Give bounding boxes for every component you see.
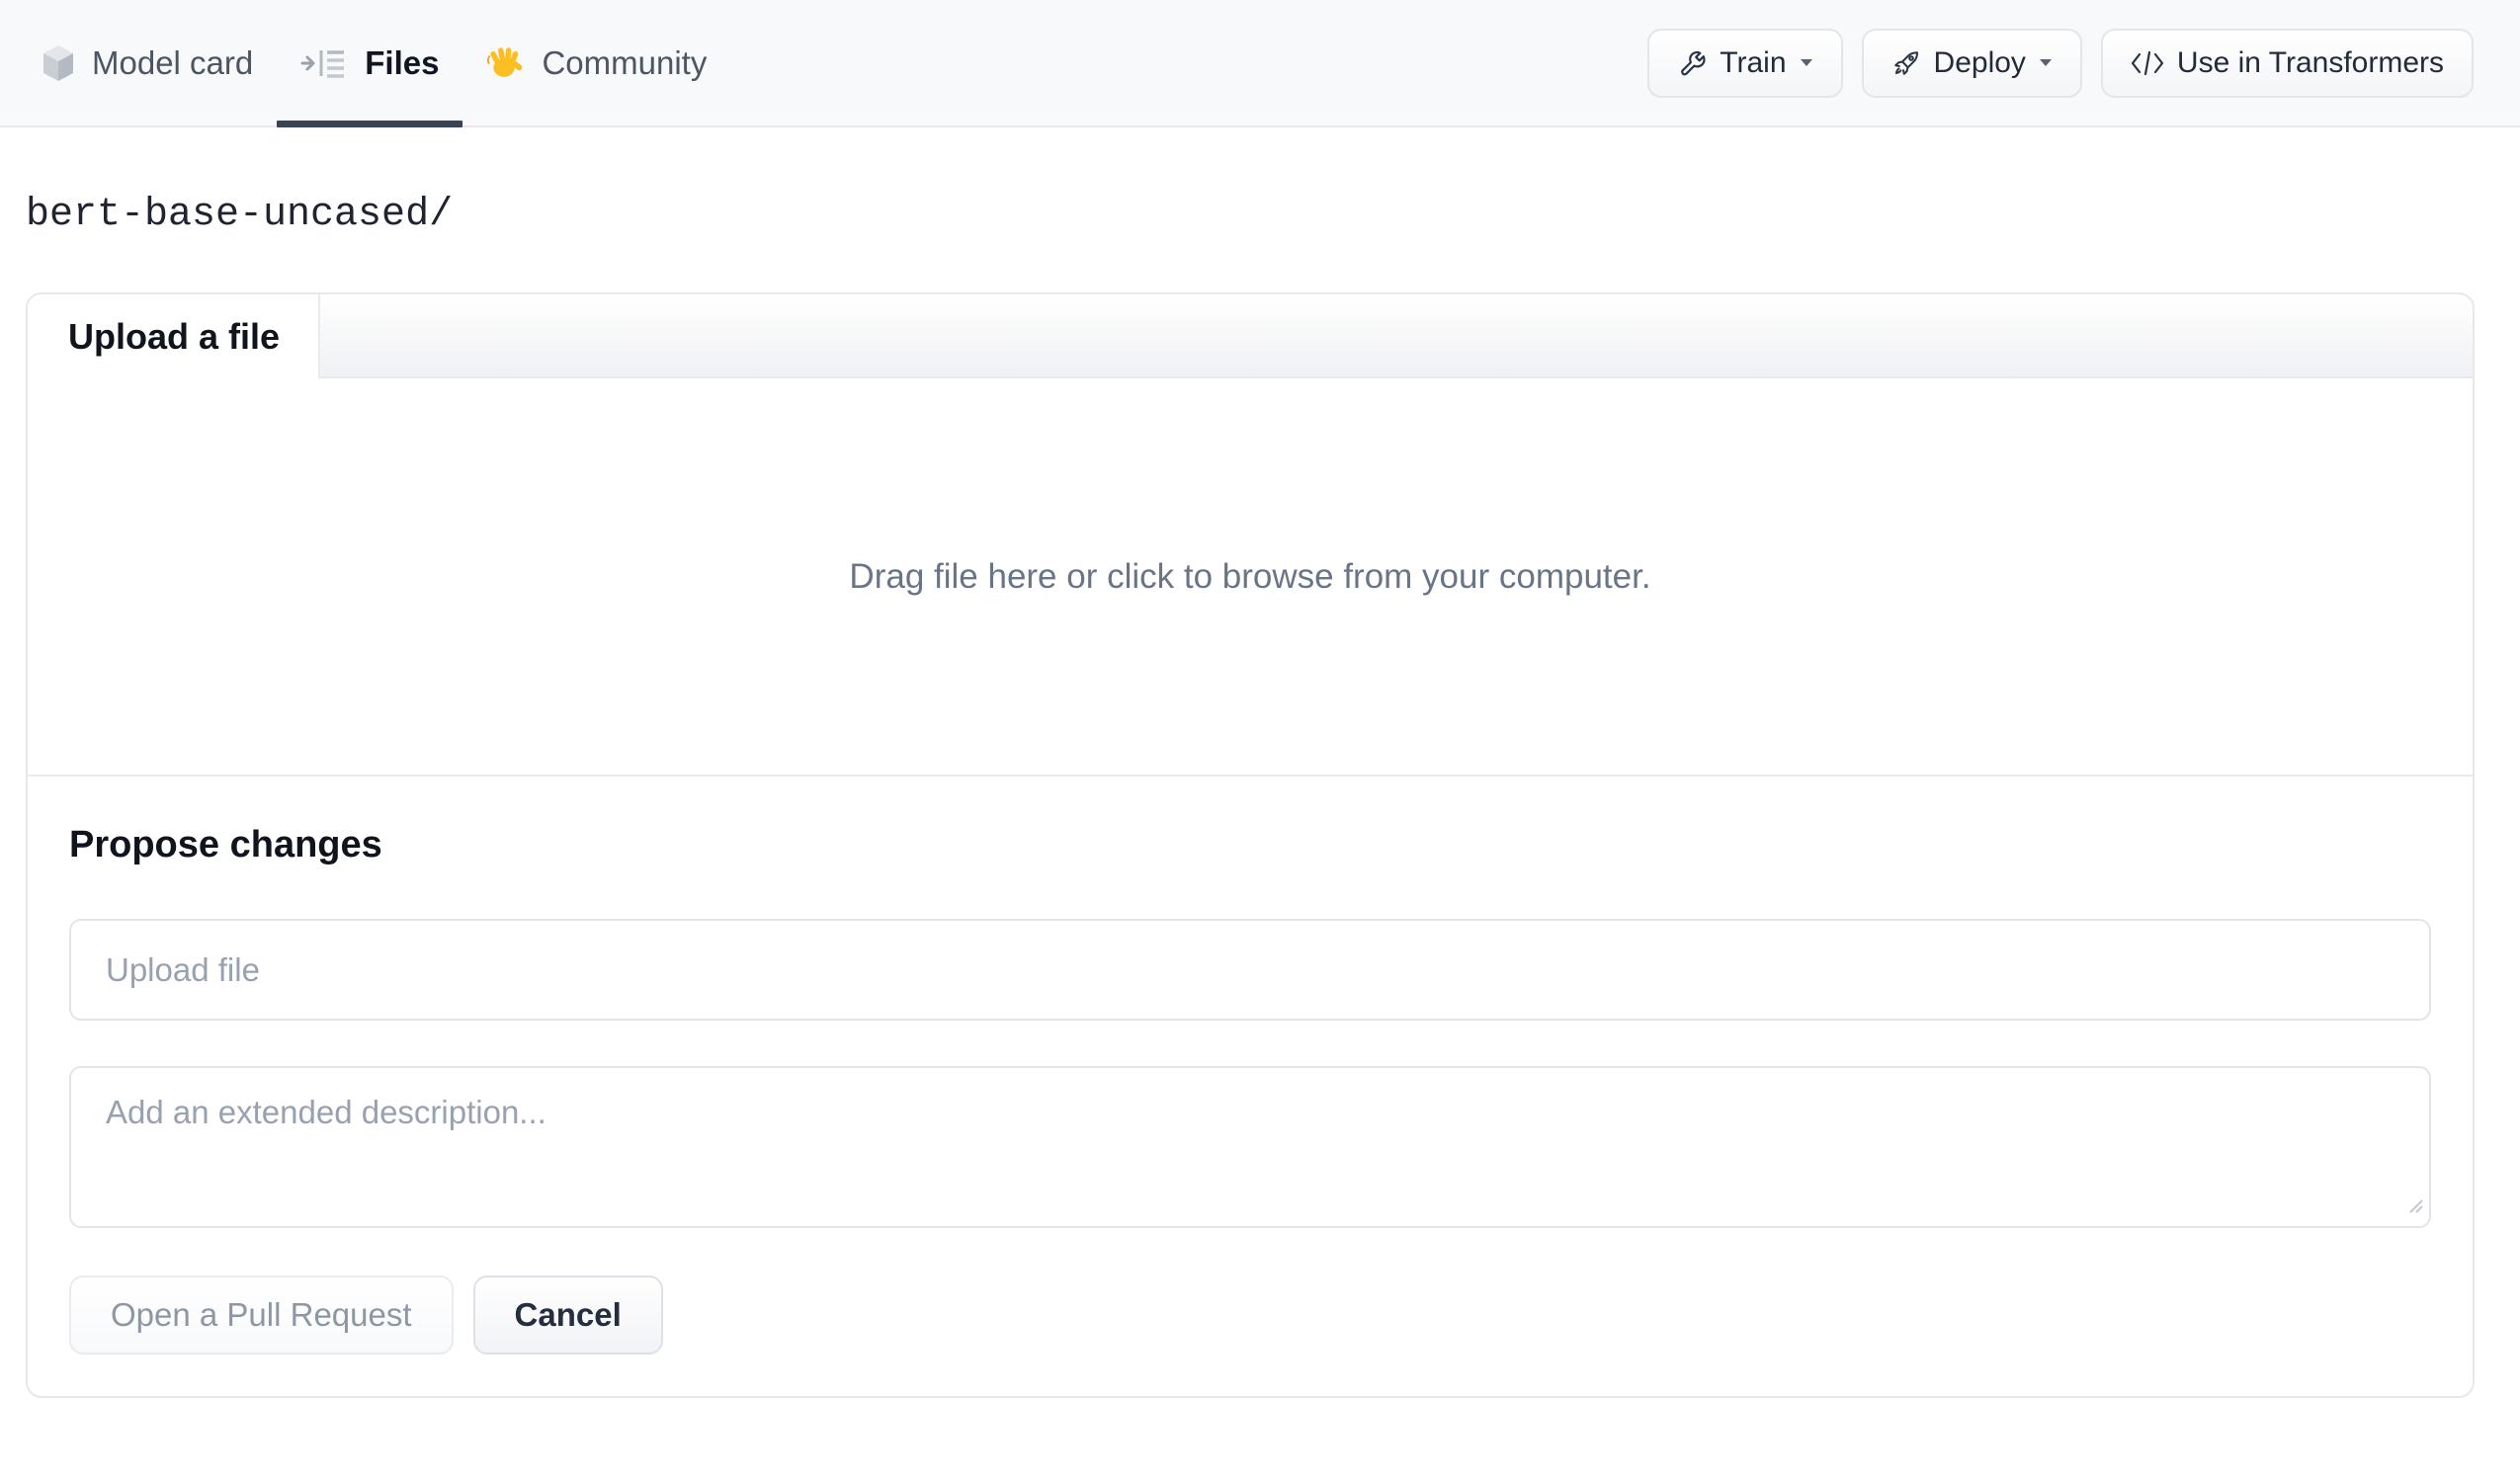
- breadcrumb[interactable]: bert-base-uncased/: [26, 193, 2520, 237]
- tab-files[interactable]: Files: [277, 0, 463, 127]
- tab-upload-a-file-label: Upload a file: [68, 315, 281, 357]
- page: Model card Files Community Train Deploy …: [0, 0, 2520, 1398]
- repo-action-buttons: Train Deploy Use in Transformers: [1647, 0, 2474, 125]
- tab-files-label: Files: [365, 43, 440, 81]
- cancel-button[interactable]: Cancel: [472, 1276, 663, 1355]
- breadcrumb-path: bert-base-uncased/: [26, 193, 454, 237]
- tab-model-card-label: Model card: [92, 43, 254, 81]
- tab-bar-filler: [320, 294, 2473, 378]
- upload-file-input[interactable]: [69, 919, 2431, 1021]
- train-button[interactable]: Train: [1647, 28, 1843, 98]
- file-dropzone[interactable]: Drag file here or click to browse from y…: [28, 378, 2473, 777]
- deploy-button[interactable]: Deploy: [1861, 28, 2082, 98]
- form-actions: Open a Pull Request Cancel: [69, 1276, 2431, 1355]
- dropzone-hint-text: Drag file here or click to browse from y…: [849, 556, 1651, 596]
- upload-card-tab-bar: Upload a file: [28, 294, 2473, 378]
- tab-community-label: Community: [542, 43, 708, 81]
- code-icon: [2131, 50, 2164, 76]
- use-in-transformers-button[interactable]: Use in Transformers: [2100, 28, 2474, 98]
- deploy-button-label: Deploy: [1933, 45, 2026, 79]
- active-tab-underline: [277, 121, 463, 127]
- caret-down-icon: [2039, 58, 2053, 67]
- tab-community[interactable]: Community: [462, 0, 730, 125]
- tab-model-card[interactable]: Model card: [20, 0, 277, 125]
- tab-upload-a-file[interactable]: Upload a file: [28, 294, 320, 378]
- propose-changes-section: Propose changes Open a Pull Request Canc…: [28, 822, 2473, 1396]
- description-field-wrapper: [69, 1066, 2431, 1228]
- propose-changes-heading: Propose changes: [69, 824, 382, 865]
- description-textarea[interactable]: [69, 1066, 2431, 1228]
- repo-tabs: Model card Files Community: [20, 0, 730, 127]
- upload-card: Upload a file Drag file here or click to…: [26, 292, 2475, 1398]
- file-tree-icon: [300, 46, 346, 80]
- rocket-icon: [1891, 48, 1921, 78]
- waving-hand-icon: [486, 44, 523, 81]
- wrench-icon: [1677, 48, 1707, 78]
- cube-icon: [43, 44, 73, 81]
- caret-down-icon: [1800, 58, 1813, 67]
- use-in-transformers-label: Use in Transformers: [2176, 45, 2444, 79]
- top-navigation: Model card Files Community Train Deploy …: [0, 0, 2520, 127]
- open-pull-request-button[interactable]: Open a Pull Request: [69, 1276, 454, 1355]
- train-button-label: Train: [1720, 45, 1787, 79]
